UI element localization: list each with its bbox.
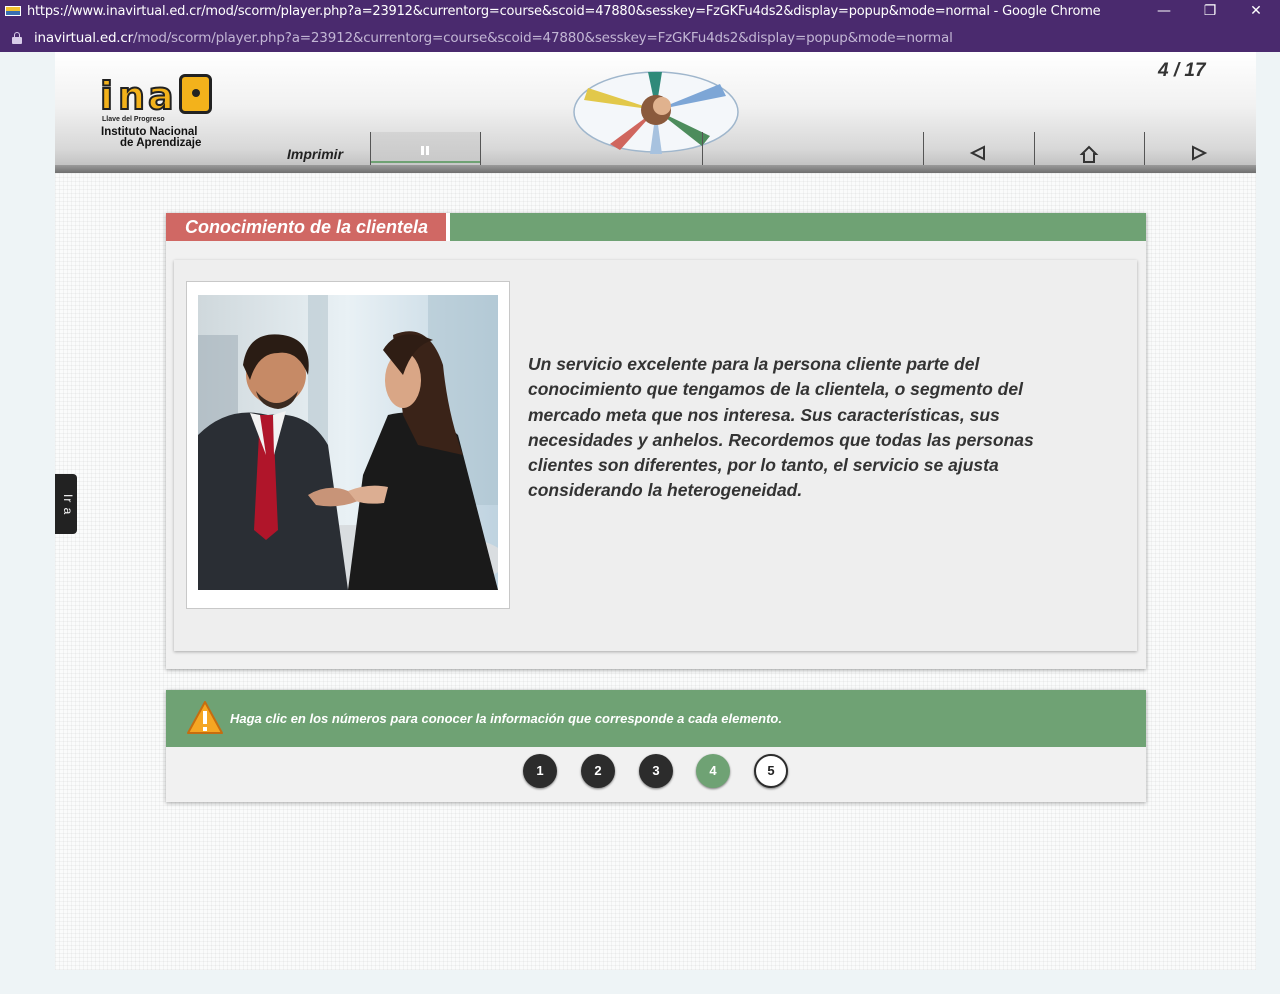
- next-icon: [1192, 145, 1208, 161]
- divider: [480, 132, 481, 173]
- divider: [702, 132, 703, 173]
- page-counter: 4 / 17: [1158, 60, 1206, 81]
- content-title: Conocimiento de la clientela: [166, 213, 450, 241]
- next-button[interactable]: [1144, 132, 1254, 173]
- go-to-tab[interactable]: Ir a: [55, 474, 77, 534]
- url-host: inavirtual.ed.cr: [34, 30, 133, 46]
- home-button[interactable]: [1034, 132, 1144, 173]
- team-hands-illustration: [573, 71, 739, 154]
- logo-mark: i n a: [99, 74, 212, 118]
- number-button-3[interactable]: 3: [639, 754, 673, 788]
- favicon-icon: [5, 6, 21, 16]
- content-panel: Un servicio excelente para la persona cl…: [174, 260, 1137, 651]
- instructions-text: Haga clic en los números para conocer la…: [230, 711, 782, 726]
- handshake-photo: [198, 295, 498, 590]
- print-link[interactable]: Imprimir: [287, 146, 343, 162]
- pause-button[interactable]: [371, 132, 481, 173]
- go-to-label: Ir a: [61, 494, 75, 516]
- window-title: https://www.inavirtual.ed.cr/mod/scorm/p…: [27, 4, 1101, 19]
- address-bar[interactable]: inavirtual.ed.cr/mod/scorm/player.php?a=…: [0, 24, 1280, 52]
- content-card: Conocimiento de la clientela Un servicio…: [166, 213, 1146, 669]
- scorm-page: i n a Llave del Progreso Instituto Nacio…: [55, 52, 1256, 970]
- minimize-button[interactable]: —: [1141, 0, 1187, 24]
- title-bar: Conocimiento de la clientela: [166, 213, 1146, 241]
- instructions-panel: Haga clic en los números para conocer la…: [166, 690, 1146, 802]
- logo-letter-a: a: [147, 74, 175, 118]
- number-button-4[interactable]: 4: [696, 754, 730, 788]
- window-titlebar[interactable]: https://www.inavirtual.ed.cr/mod/scorm/p…: [0, 0, 1280, 24]
- close-button[interactable]: ✕: [1233, 0, 1279, 24]
- url-path: /mod/scorm/player.php?a=23912&currentorg…: [132, 30, 953, 46]
- previous-icon: [969, 145, 985, 161]
- url-text[interactable]: inavirtual.ed.cr/mod/scorm/player.php?a=…: [34, 30, 953, 46]
- number-button-5[interactable]: 5: [754, 754, 788, 788]
- restore-button[interactable]: ❐: [1187, 0, 1233, 24]
- course-header: i n a Llave del Progreso Instituto Nacio…: [55, 52, 1256, 173]
- warning-icon: [187, 701, 223, 734]
- lock-icon: [12, 32, 22, 44]
- number-button-2[interactable]: 2: [581, 754, 615, 788]
- pause-icon: [421, 146, 429, 155]
- content-body: Un servicio excelente para la persona cl…: [528, 354, 1034, 501]
- home-icon: [1079, 145, 1099, 163]
- number-button-1[interactable]: 1: [523, 754, 557, 788]
- logo-key-icon: [179, 74, 212, 114]
- logo-tagline: Llave del Progreso: [102, 116, 165, 123]
- logo-letter-i: i: [99, 74, 114, 118]
- logo-name-line2: de Aprendizaje: [120, 137, 202, 149]
- logo-letter-n: n: [117, 74, 146, 118]
- previous-button[interactable]: [923, 132, 1033, 173]
- photo-frame: [186, 281, 510, 609]
- instructions-bar: Haga clic en los números para conocer la…: [166, 690, 1146, 747]
- ina-logo: i n a Llave del Progreso Instituto Nacio…: [99, 74, 215, 152]
- audio-progress-bar: [371, 161, 481, 163]
